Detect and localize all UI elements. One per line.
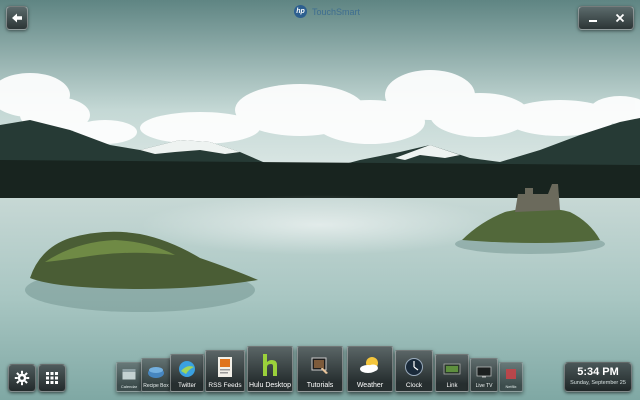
twitter-icon — [179, 361, 195, 377]
tile-label: Clock — [405, 381, 423, 389]
clock-widget[interactable]: 5:34 PM Sunday, September 25 — [564, 362, 632, 392]
clock-icon — [405, 357, 423, 376]
netflix-icon — [506, 369, 516, 379]
hulu-icon — [263, 353, 277, 376]
brand-header: hp TouchSmart — [294, 5, 360, 18]
tile-clock[interactable]: Clock — [395, 350, 433, 392]
back-arrow-icon — [12, 13, 22, 23]
tile-rss-feeds[interactable]: RSS Feeds — [205, 350, 245, 392]
tile-label: Recipe Box — [143, 383, 169, 389]
window-controls — [578, 6, 634, 30]
clock-time: 5:34 PM — [577, 366, 619, 378]
tile-label: RSS Feeds — [208, 381, 242, 389]
app-dock: Calendar Recipe Box Twitter RSS Feeds Hu… — [0, 340, 640, 400]
tile-tutorials[interactable]: Tutorials — [297, 346, 343, 392]
tile-live-tv[interactable]: Live TV — [470, 358, 498, 392]
back-button[interactable] — [6, 6, 28, 30]
app-name: TouchSmart — [312, 6, 361, 17]
tile-label: Netflix — [505, 384, 517, 389]
tile-label: Weather — [356, 382, 384, 389]
weather-icon — [360, 356, 378, 373]
tile-netflix[interactable]: Netflix — [499, 362, 523, 392]
link-icon — [443, 363, 461, 375]
close-button[interactable] — [609, 8, 631, 28]
close-icon — [615, 13, 624, 23]
recipe-box-icon — [148, 366, 164, 378]
tutorials-icon — [311, 357, 328, 374]
hp-logo: hp — [294, 5, 307, 18]
clock-date: Sunday, September 25 — [570, 380, 626, 386]
tile-label: Hulu Desktop — [248, 382, 292, 389]
tile-hulu-desktop[interactable]: Hulu Desktop — [247, 346, 293, 392]
tile-link[interactable]: Link — [435, 354, 469, 392]
rss-feeds-icon — [218, 356, 232, 377]
tile-label: Twitter — [178, 383, 196, 389]
calendar-icon — [122, 369, 136, 380]
tile-label: Live TV — [475, 383, 493, 389]
minimize-icon — [588, 20, 597, 22]
tile-twitter[interactable]: Twitter — [170, 354, 204, 392]
tile-weather[interactable]: Weather — [347, 346, 393, 392]
tile-calendar[interactable]: Calendar — [116, 362, 142, 392]
live-tv-icon — [476, 366, 492, 377]
minimize-button[interactable] — [582, 8, 604, 28]
tile-label: Tutorials — [306, 382, 334, 389]
tile-label: Link — [446, 383, 458, 389]
tile-recipe-box[interactable]: Recipe Box — [141, 358, 171, 392]
tile-label: Calendar — [120, 384, 138, 389]
